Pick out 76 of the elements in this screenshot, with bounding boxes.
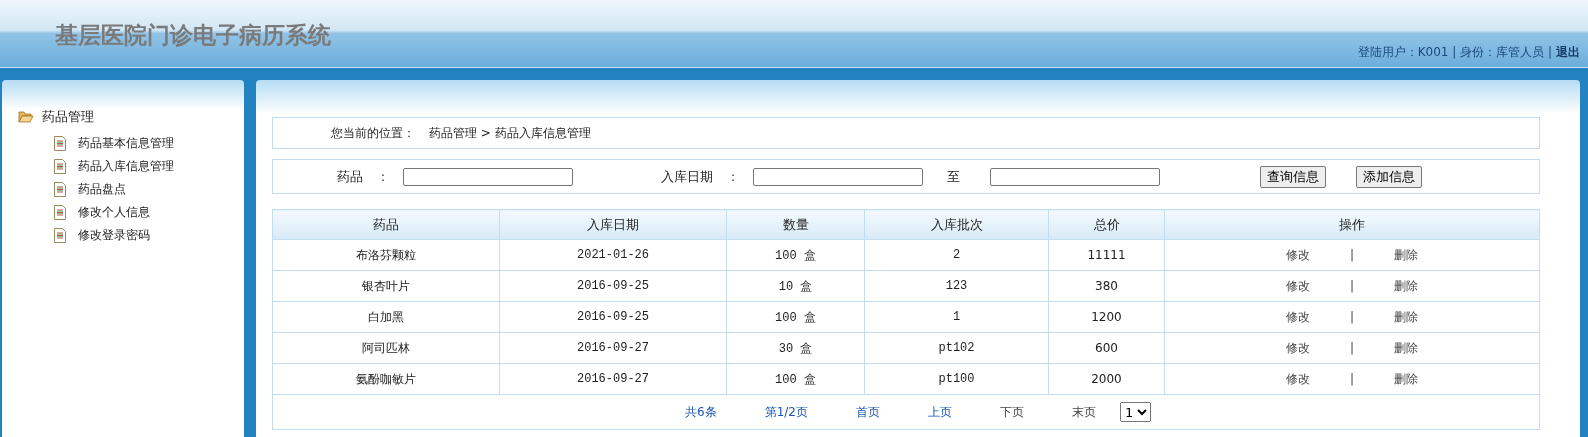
table-cell: 10 盒 xyxy=(726,270,865,302)
menu-item[interactable]: 修改个人信息 xyxy=(78,204,150,221)
table-cell: 阿司匹林 xyxy=(272,332,500,364)
table-cell: 1200 xyxy=(1048,301,1165,333)
edit-link[interactable]: 修改 xyxy=(1285,277,1310,295)
document-icon xyxy=(54,136,66,151)
field-label: 入库日期 xyxy=(661,167,714,186)
column-header: 药品 xyxy=(272,209,500,240)
delete-link[interactable]: 删除 xyxy=(1394,370,1418,388)
add-button[interactable]: 添加信息 xyxy=(1356,165,1423,188)
document-icon xyxy=(54,159,66,174)
action-separator: | xyxy=(1349,340,1354,355)
pager-link[interactable]: 共6条 xyxy=(685,403,717,421)
document-icon xyxy=(54,182,66,197)
delete-link[interactable]: 删除 xyxy=(1394,246,1418,264)
input-field[interactable] xyxy=(403,167,574,186)
column-header: 入库批次 xyxy=(864,209,1049,240)
table-cell: 布洛芬颗粒 xyxy=(272,239,500,271)
table-cell: 2021-01-26 xyxy=(499,239,727,271)
input-field[interactable] xyxy=(753,167,924,186)
delete-link[interactable]: 删除 xyxy=(1394,339,1418,357)
menu-item[interactable]: 药品基本信息管理 xyxy=(78,135,174,152)
field-colon: : xyxy=(731,169,736,184)
delete-link[interactable]: 删除 xyxy=(1394,277,1418,295)
menu-item[interactable]: 药品入库信息管理 xyxy=(78,158,174,175)
table-cell: 100 盒 xyxy=(726,363,865,395)
action-separator: | xyxy=(1349,247,1354,262)
column-header: 入库日期 xyxy=(499,209,727,240)
table-cell: 2016-09-25 xyxy=(499,270,727,302)
breadcrumb-label: 您当前的位置： xyxy=(331,124,415,142)
table-cell: 2016-09-27 xyxy=(499,363,727,395)
delete-link[interactable]: 删除 xyxy=(1394,308,1418,326)
input-field[interactable] xyxy=(990,167,1161,186)
table-cell: 白加黑 xyxy=(272,301,500,333)
field-label: 至 xyxy=(947,167,961,186)
column-header: 操作 xyxy=(1164,209,1540,240)
action-separator: | xyxy=(1349,278,1354,293)
table-cell: 2016-09-25 xyxy=(499,301,727,333)
menu-group[interactable]: 药品管理 xyxy=(42,108,94,126)
action-separator: | xyxy=(1349,371,1354,386)
edit-link[interactable]: 修改 xyxy=(1285,246,1310,264)
table-cell: 2016-09-27 xyxy=(499,332,727,364)
user-info: 登陆用户：K001 | 身份：库管人员 | xyxy=(1357,44,1552,61)
table-cell: 2 xyxy=(864,239,1049,271)
edit-link[interactable]: 修改 xyxy=(1285,308,1310,326)
table-cell: 1 xyxy=(864,301,1049,333)
pager-link[interactable]: 第1/2页 xyxy=(764,403,808,421)
menu-item[interactable]: 药品盘点 xyxy=(78,181,126,198)
table-cell: 11111 xyxy=(1048,239,1165,271)
search-button[interactable]: 查询信息 xyxy=(1260,165,1327,188)
field-label: 药品 xyxy=(337,167,363,186)
column-header: 数量 xyxy=(726,209,865,240)
table-cell: 2000 xyxy=(1048,363,1165,395)
table-cell: 600 xyxy=(1048,332,1165,364)
menu-item[interactable]: 修改登录密码 xyxy=(78,227,150,244)
table-cell: 100 盒 xyxy=(726,239,865,271)
edit-link[interactable]: 修改 xyxy=(1285,370,1310,388)
pager-link[interactable]: 首页 xyxy=(855,403,880,421)
table-cell: 30 盒 xyxy=(726,332,865,364)
table-cell: pt102 xyxy=(864,332,1049,364)
breadcrumb-path: 药品管理 > 药品入库信息管理 xyxy=(429,124,591,142)
page-select[interactable]: 1 xyxy=(1119,402,1151,422)
logout-link[interactable]: 退出 xyxy=(1556,44,1580,61)
table-cell: pt100 xyxy=(864,363,1049,395)
field-colon: : xyxy=(381,169,386,184)
action-separator: | xyxy=(1349,309,1354,324)
document-icon xyxy=(54,205,66,220)
table-cell: 100 盒 xyxy=(726,301,865,333)
table-cell: 123 xyxy=(864,270,1049,302)
table-cell: 380 xyxy=(1048,270,1165,302)
pager-link[interactable]: 上页 xyxy=(927,403,952,421)
document-icon xyxy=(54,228,66,243)
column-header: 总价 xyxy=(1048,209,1165,240)
edit-link[interactable]: 修改 xyxy=(1285,339,1310,357)
table-cell: 银杏叶片 xyxy=(272,270,500,302)
table-cell: 氨酚咖敏片 xyxy=(272,363,500,395)
